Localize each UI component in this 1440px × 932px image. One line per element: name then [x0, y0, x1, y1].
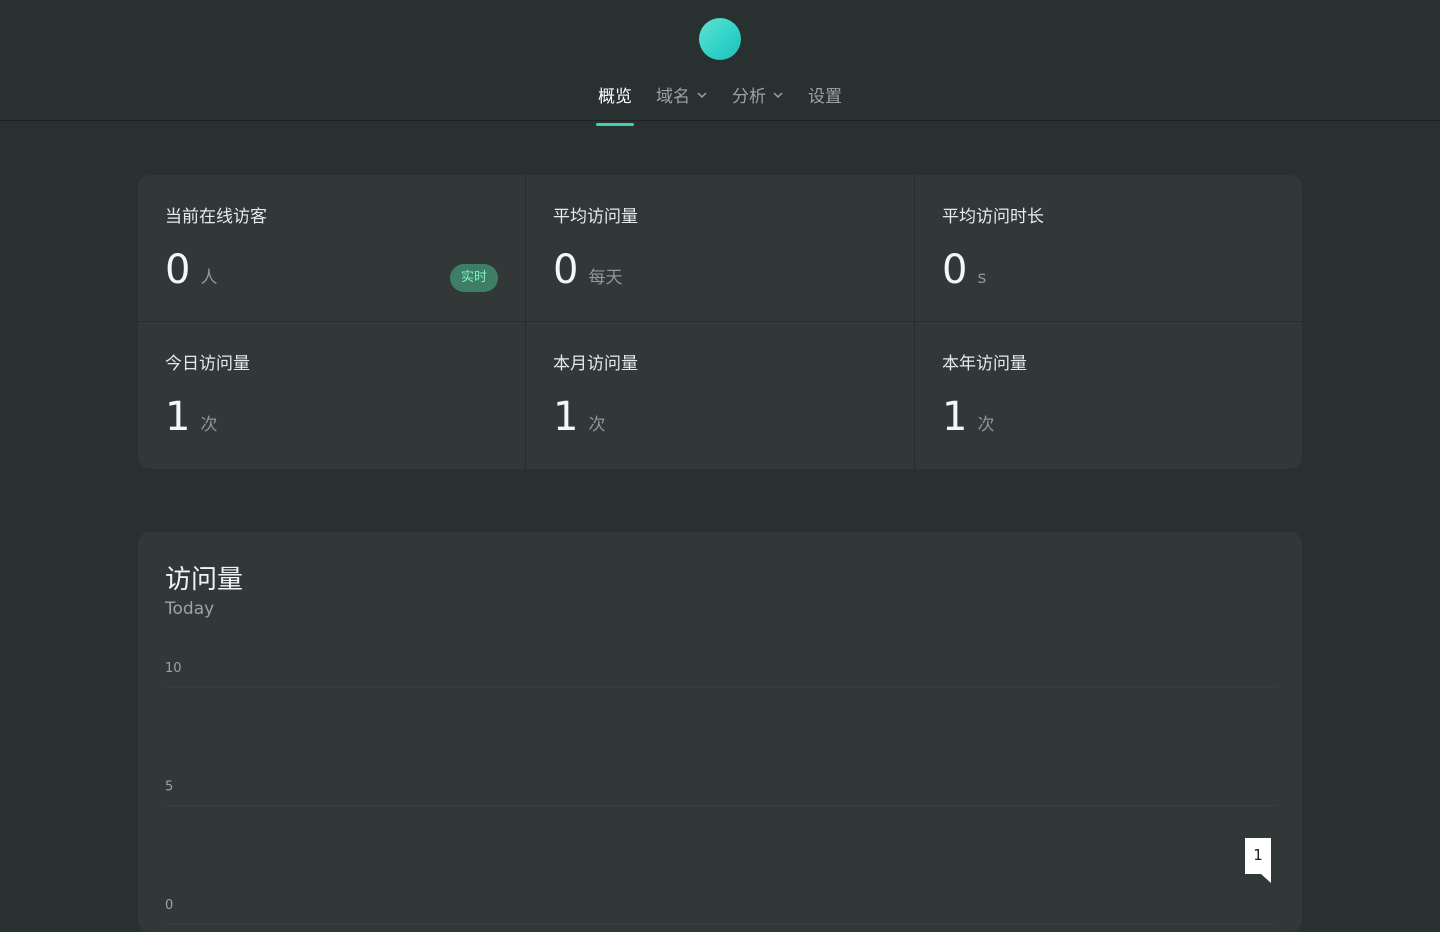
stat-unit: 次	[588, 415, 606, 435]
stat-unit: 次	[200, 415, 218, 435]
stat-value: 1	[553, 394, 579, 440]
y-tick-label: 5	[165, 780, 173, 795]
stat-unit: 人	[200, 268, 218, 288]
stat-avg-visits: 平均访问量 0 每天	[526, 175, 915, 322]
nav-item-analytics[interactable]: 分析	[730, 78, 786, 125]
stat-year-visits: 本年访问量 1 次	[915, 322, 1302, 469]
chevron-down-icon	[772, 89, 784, 101]
stat-value: 0	[165, 247, 191, 293]
stat-unit: s	[977, 268, 987, 288]
stat-value: 0	[553, 247, 579, 293]
stat-online-visitors: 当前在线访客 0 人 实时	[138, 175, 526, 322]
visits-chart: 10 5 0 1	[165, 661, 1276, 925]
stat-label: 本年访问量	[942, 354, 1027, 374]
stat-unit: 次	[977, 415, 995, 435]
y-tick-label: 0	[165, 898, 173, 913]
chevron-down-icon	[696, 89, 708, 101]
realtime-badge: 实时	[449, 264, 498, 292]
stat-avg-duration: 平均访问时长 0 s	[915, 175, 1302, 322]
stat-label: 平均访问量	[553, 207, 638, 227]
nav-item-label: 分析	[732, 87, 766, 107]
nav-item-settings[interactable]: 设置	[806, 78, 844, 125]
stat-month-visits: 本月访问量 1 次	[526, 322, 915, 469]
logo-icon[interactable]	[699, 18, 741, 60]
stat-value: 0	[942, 247, 968, 293]
data-label: 1	[1253, 846, 1263, 864]
stat-value: 1	[942, 394, 968, 440]
stat-unit: 每天	[588, 268, 623, 288]
visits-chart-card: 访问量 Today 10 5 0 1	[138, 532, 1302, 932]
nav-item-label: 域名	[656, 87, 690, 107]
y-tick-label: 10	[165, 661, 182, 676]
nav-item-label: 概览	[598, 87, 632, 107]
stat-label: 当前在线访客	[165, 207, 267, 227]
stat-today-visits: 今日访问量 1 次	[138, 322, 526, 469]
nav-item-overview[interactable]: 概览	[596, 78, 634, 126]
stat-label: 平均访问时长	[942, 207, 1044, 227]
top-navigation-bar: 概览 域名 分析 设置	[0, 0, 1440, 126]
data-label-flag: 1	[1245, 838, 1271, 883]
main-nav: 概览 域名 分析 设置	[0, 78, 1440, 126]
nav-item-label: 设置	[808, 87, 842, 107]
stats-card: 当前在线访客 0 人 实时 平均访问量 0 每天 平均访问时长 0 s 今日访问…	[138, 175, 1302, 469]
stat-label: 今日访问量	[165, 354, 250, 374]
stat-value: 1	[165, 394, 191, 440]
stat-label: 本月访问量	[553, 354, 638, 374]
nav-item-domains[interactable]: 域名	[654, 78, 710, 125]
